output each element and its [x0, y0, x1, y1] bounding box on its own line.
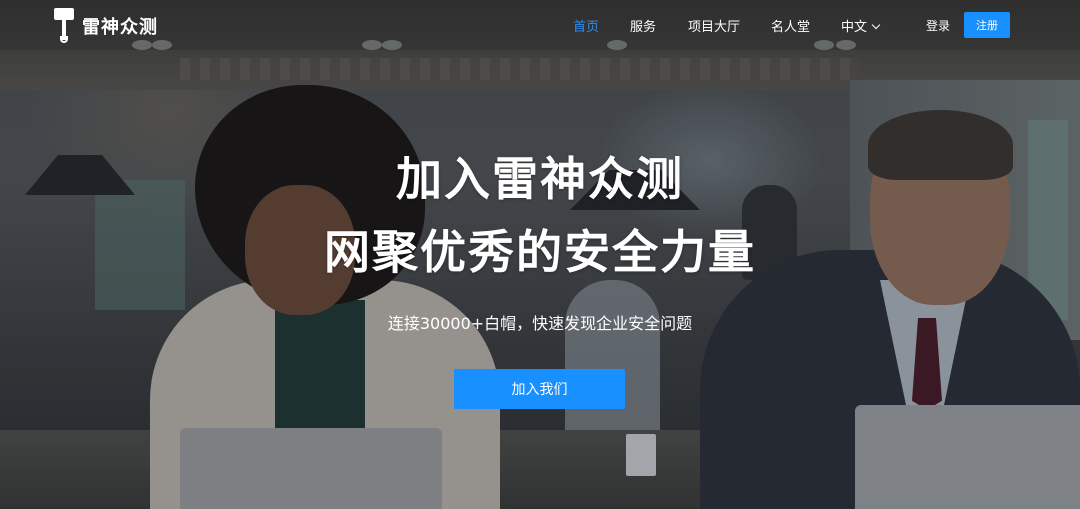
join-us-button[interactable]: 加入我们 [454, 369, 625, 409]
nav-project-hall[interactable]: 项目大厅 [688, 16, 740, 35]
language-selector[interactable]: 中文 [841, 16, 881, 35]
top-navbar: 雷神众测 首页 服务 项目大厅 名人堂 中文 登录 注册 [0, 0, 1080, 50]
hero-title-line1: 加入雷神众测 [396, 152, 684, 206]
nav-services[interactable]: 服务 [630, 16, 656, 35]
language-label: 中文 [841, 20, 868, 35]
chevron-down-icon [871, 20, 881, 30]
nav-home[interactable]: 首页 [573, 16, 599, 35]
hero-title-line2: 网聚优秀的安全力量 [324, 225, 756, 279]
thor-hammer-icon [54, 8, 74, 44]
login-link[interactable]: 登录 [926, 17, 950, 34]
hero-banner: 雷神众测 首页 服务 项目大厅 名人堂 中文 登录 注册 加入雷神众测 网聚优秀… [0, 0, 1080, 509]
register-button[interactable]: 注册 [964, 12, 1010, 38]
logo[interactable]: 雷神众测 [54, 8, 158, 44]
nav-hall-of-fame[interactable]: 名人堂 [771, 16, 810, 35]
hero-subtitle: 连接30000+白帽，快速发现企业安全问题 [387, 314, 693, 333]
brand-name: 雷神众测 [82, 17, 158, 38]
